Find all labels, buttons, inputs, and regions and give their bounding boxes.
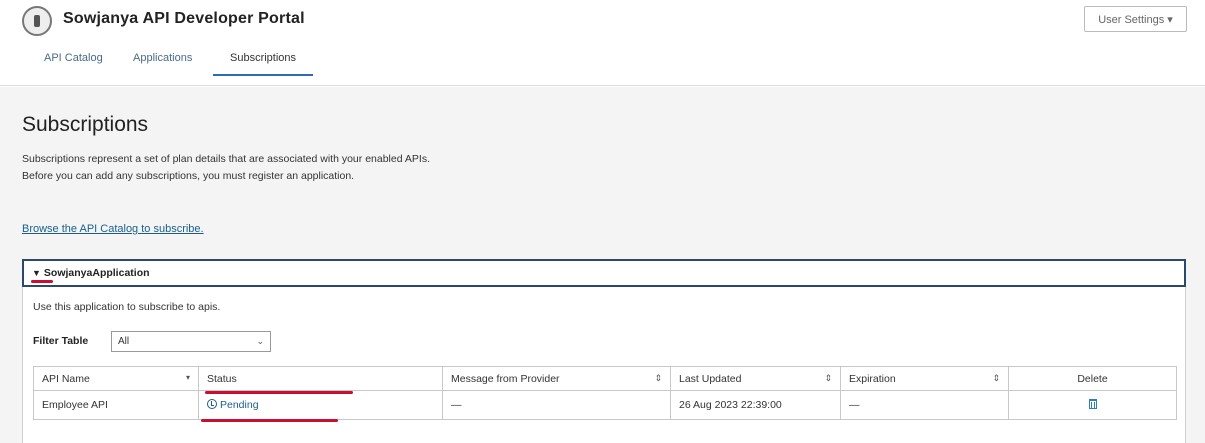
- browse-catalog-link[interactable]: Browse the API Catalog to subscribe.: [22, 223, 204, 235]
- sort-icon[interactable]: ⇕: [992, 373, 1000, 384]
- expiration-cell: —: [840, 390, 1009, 420]
- application-name: SowjanyaApplication: [43, 267, 150, 279]
- clock-icon: [207, 399, 217, 409]
- highlight-mark: [31, 280, 53, 283]
- header: Sowjanya API Developer Portal User Setti…: [0, 0, 1205, 86]
- delete-cell: [1008, 390, 1177, 420]
- column-label: Status: [207, 372, 237, 385]
- last-updated-cell: 26 Aug 2023 22:39:00: [670, 390, 841, 420]
- sort-icon[interactable]: ▾: [186, 373, 190, 382]
- tab-subscriptions[interactable]: Subscriptions: [213, 52, 314, 76]
- trash-icon[interactable]: [1088, 398, 1097, 409]
- column-header-status: Status: [198, 366, 443, 394]
- column-label: Delete: [1077, 372, 1108, 385]
- column-header-message[interactable]: Message from Provider ⇕: [442, 366, 671, 391]
- application-panel-header[interactable]: ▼ SowjanyaApplication: [22, 259, 1186, 287]
- sort-icon[interactable]: ⇕: [824, 373, 832, 384]
- page-description: Subscriptions represent a set of plan de…: [22, 153, 430, 182]
- tab-applications[interactable]: Applications: [133, 52, 192, 74]
- caret-down-icon: ▼: [32, 268, 41, 278]
- tab-api-catalog[interactable]: API Catalog: [44, 52, 103, 74]
- message-cell: —: [442, 390, 671, 420]
- api-name-link[interactable]: Employee API: [33, 390, 199, 420]
- table-row: Employee API Pending — 26 Aug 2023 22:39…: [33, 390, 1177, 422]
- status-cell: Pending: [198, 390, 443, 422]
- application-hint: Use this application to subscribe to api…: [33, 301, 221, 313]
- subscriptions-table: API Name ▾ Status Message from Provider …: [33, 366, 1177, 422]
- filter-select[interactable]: All ⌄: [111, 331, 271, 352]
- logo-icon: [22, 6, 52, 36]
- column-label: API Name: [42, 372, 90, 385]
- column-header-last-updated[interactable]: Last Updated ⇕: [670, 366, 841, 391]
- column-header-api-name[interactable]: API Name ▾: [33, 366, 199, 391]
- main-content: Subscriptions Subscriptions represent a …: [0, 87, 1205, 443]
- chevron-down-icon: ⌄: [256, 336, 264, 346]
- page-title: Subscriptions: [22, 113, 149, 136]
- status-text: Pending: [220, 399, 259, 411]
- column-label: Last Updated: [679, 372, 742, 385]
- sort-icon[interactable]: ⇕: [654, 373, 662, 384]
- filter-label: Filter Table: [33, 335, 89, 347]
- filter-value: All: [118, 336, 130, 347]
- column-label: Message from Provider: [451, 372, 560, 385]
- column-label: Expiration: [849, 372, 896, 385]
- portal-title: Sowjanya API Developer Portal: [63, 10, 305, 27]
- column-header-delete: Delete: [1008, 366, 1177, 391]
- highlight-mark: [201, 419, 338, 422]
- user-settings-button[interactable]: User Settings ▾: [1084, 6, 1187, 32]
- column-header-expiration[interactable]: Expiration ⇕: [840, 366, 1009, 391]
- application-panel: ▼ SowjanyaApplication Use this applicati…: [22, 259, 1186, 443]
